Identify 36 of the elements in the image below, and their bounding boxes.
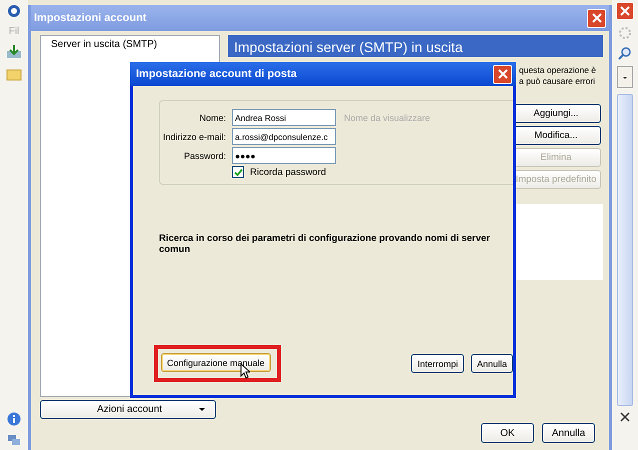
close-icon[interactable] xyxy=(620,412,630,422)
app-icon xyxy=(7,4,21,18)
checkbox-label[interactable]: Ricorda password xyxy=(250,166,326,178)
input-field[interactable]: Andrea Rossi xyxy=(232,109,336,126)
info-icon xyxy=(7,412,21,426)
close-button[interactable] xyxy=(493,64,512,84)
panel-header: Impostazioni server (SMTP) in uscita xyxy=(228,35,603,57)
close-icon xyxy=(620,6,630,16)
field-hint: Nome da visualizzare xyxy=(344,112,430,122)
field-label: Nome: xyxy=(198,112,226,122)
account-actions-button[interactable]: Azioni account xyxy=(40,400,216,419)
dialog-button[interactable]: Annulla xyxy=(470,354,513,373)
spinner-icon xyxy=(618,26,632,40)
download-icon[interactable] xyxy=(6,45,22,59)
close-icon xyxy=(592,13,602,23)
dialog-button[interactable]: OK xyxy=(481,423,534,443)
caret-icon xyxy=(199,408,205,412)
notice-text: questa operazione è a può causare errori xyxy=(519,65,598,87)
status-message: Ricerca in corso dei parametri di configurazione provando nomi di server comun xyxy=(159,233,492,255)
dialog-title: Impostazione account di posta xyxy=(136,68,297,80)
dialog-button[interactable]: Interrompi xyxy=(411,354,464,373)
dialog-button[interactable]: Annulla xyxy=(542,423,595,443)
field-label: Indirizzo e-mail: xyxy=(162,132,226,142)
network-icon xyxy=(7,434,21,446)
field-label: Password: xyxy=(182,150,226,160)
window-title: Impostazioni account xyxy=(34,12,146,24)
input-field[interactable]: ●●●● xyxy=(232,147,336,164)
close-button[interactable] xyxy=(587,8,606,28)
scrollbar[interactable] xyxy=(617,94,633,406)
search-icon[interactable] xyxy=(618,46,632,60)
manual-config-button[interactable]: Configurazione manuale xyxy=(161,353,271,372)
sidebar-item[interactable]: Server in uscita (SMTP) xyxy=(41,36,219,53)
close-icon xyxy=(498,69,508,79)
checkbox[interactable] xyxy=(232,166,244,178)
input-field[interactable]: a.rossi@dpconsulenze.c xyxy=(232,128,336,145)
close-button[interactable] xyxy=(616,2,634,20)
